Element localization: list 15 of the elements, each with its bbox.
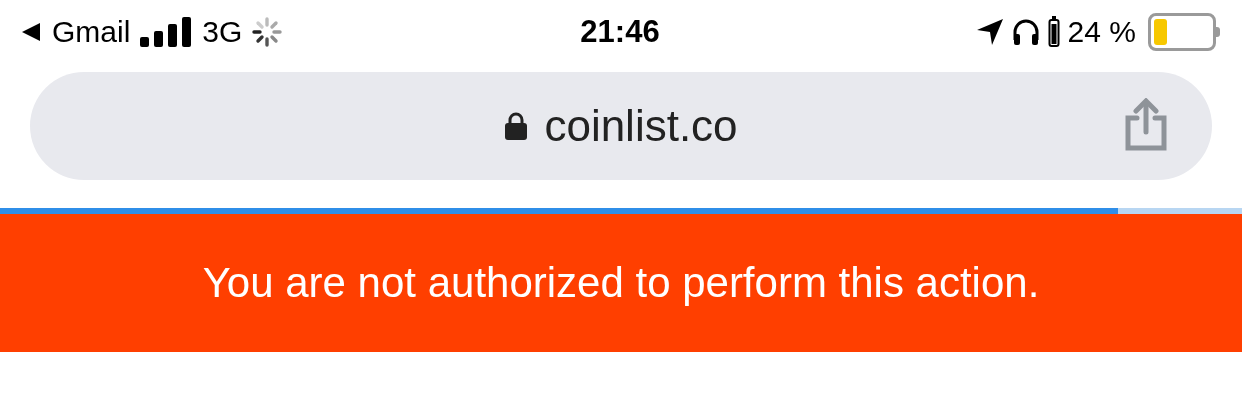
spinner-icon [252,17,283,47]
battery-percentage: 24 % [1067,15,1136,49]
headphone-battery-icon [1047,16,1060,48]
back-icon[interactable] [20,21,42,43]
signal-icon [140,17,193,47]
location-arrow-icon [975,18,1004,46]
battery-icon [1148,13,1220,51]
back-app-label[interactable]: Gmail [52,15,131,49]
url-text: coinlist.co [544,101,738,151]
address-bar[interactable]: coinlist.co [30,72,1212,180]
clock-time: 21:46 [580,14,660,50]
headphones-icon [1011,18,1040,46]
error-message: You are not authorized to perform this action. [202,259,1040,307]
share-icon[interactable] [1124,98,1168,152]
network-type: 3G [202,15,243,49]
